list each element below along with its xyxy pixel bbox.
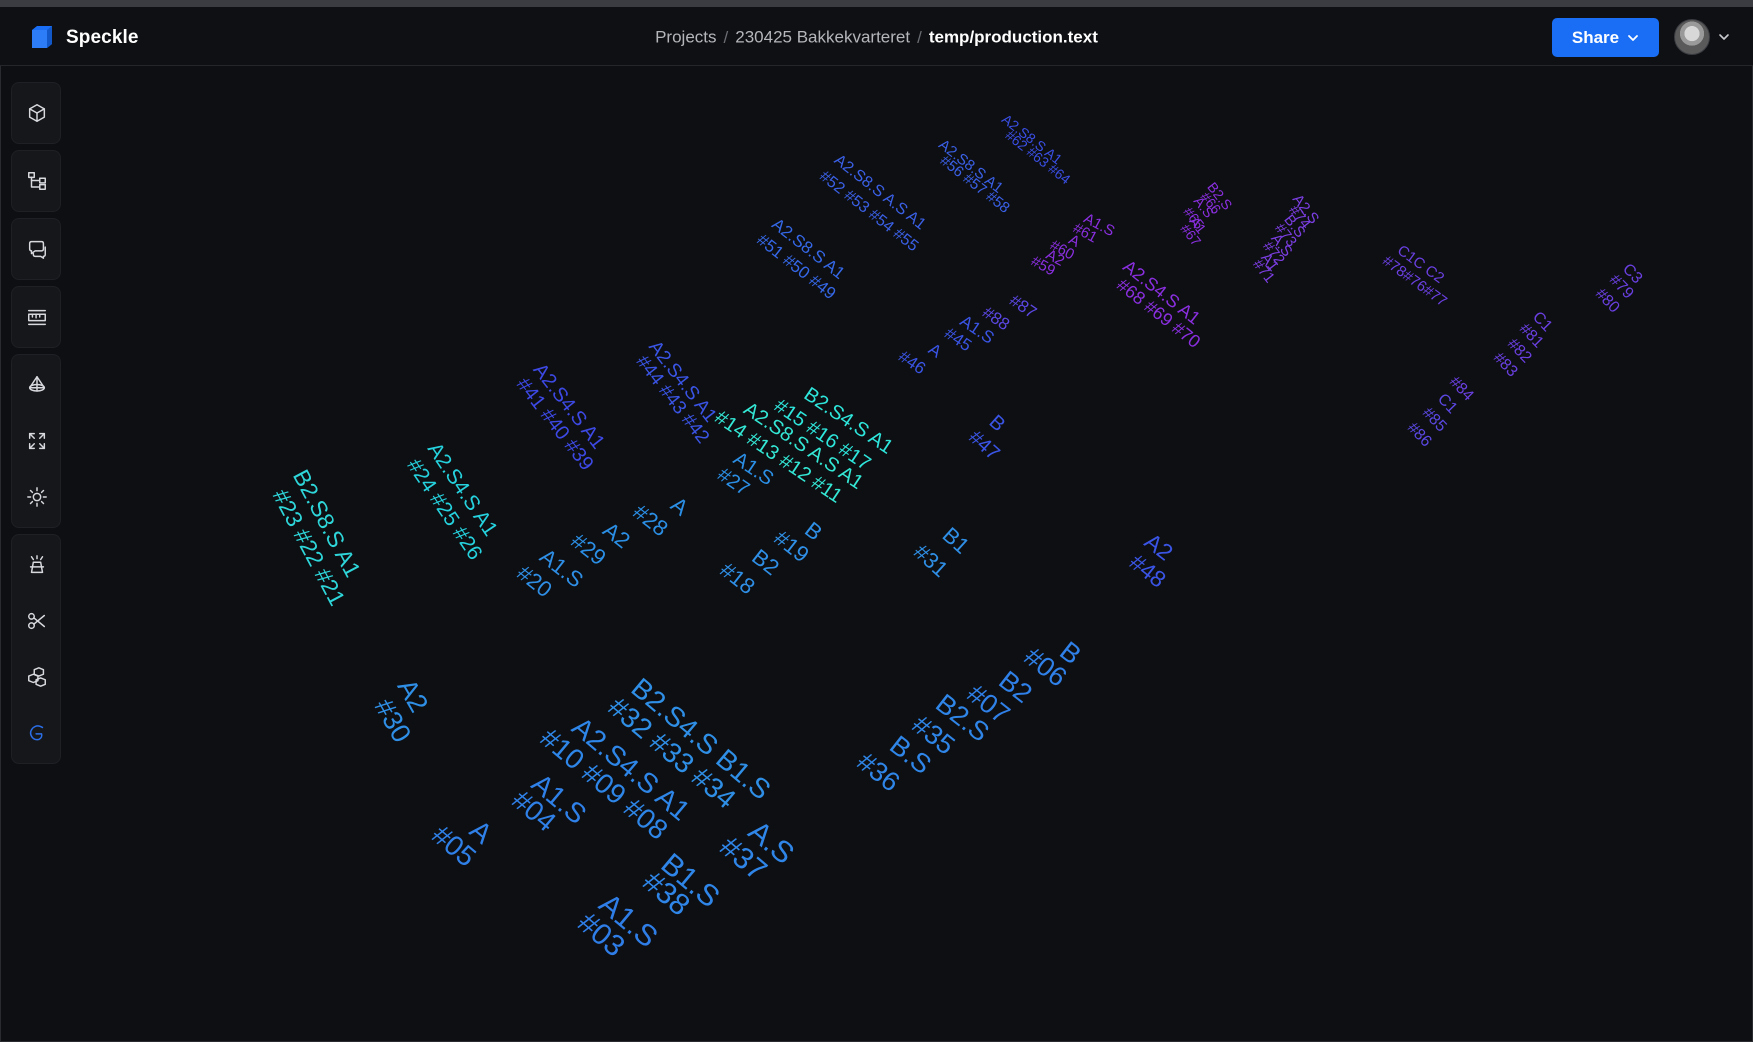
share-button-label: Share: [1571, 27, 1620, 47]
model-text-label[interactable]: #28: [628, 499, 672, 541]
breadcrumb-separator: /: [723, 27, 729, 47]
model-text-label[interactable]: #46: [895, 347, 929, 379]
breadcrumb-separator: /: [917, 27, 922, 47]
breadcrumb-project[interactable]: 230425 Bakkekvarteret: [735, 28, 910, 47]
window-top-strip: [0, 0, 1753, 7]
share-button[interactable]: Share: [1552, 18, 1659, 57]
text-labels-layer: A2.S8.S A1#62 #63 #64A2.S8.S A1#56 #57 #…: [268, 111, 1646, 964]
chevron-down-icon: [1628, 34, 1639, 41]
model-text-label[interactable]: B: [985, 411, 1010, 436]
breadcrumb: Projects / 230425 Bakkekvarteret / temp/prod…: [0, 27, 1753, 48]
model-text-label[interactable]: A: [925, 339, 946, 361]
viewer-canvas[interactable]: A2.S8.S A1#62 #63 #64A2.S8.S A1#56 #57 #…: [0, 66, 1753, 1042]
avatar[interactable]: [1674, 19, 1710, 55]
breadcrumb-model[interactable]: temp/production.text: [929, 28, 1098, 47]
breadcrumb-projects[interactable]: Projects: [655, 28, 716, 47]
model-text-label[interactable]: A: [666, 492, 693, 521]
top-navbar: Speckle Projects/230425 Bakkekvarteret / t…: [0, 7, 1753, 66]
chevron-down-icon[interactable]: [1718, 31, 1730, 43]
